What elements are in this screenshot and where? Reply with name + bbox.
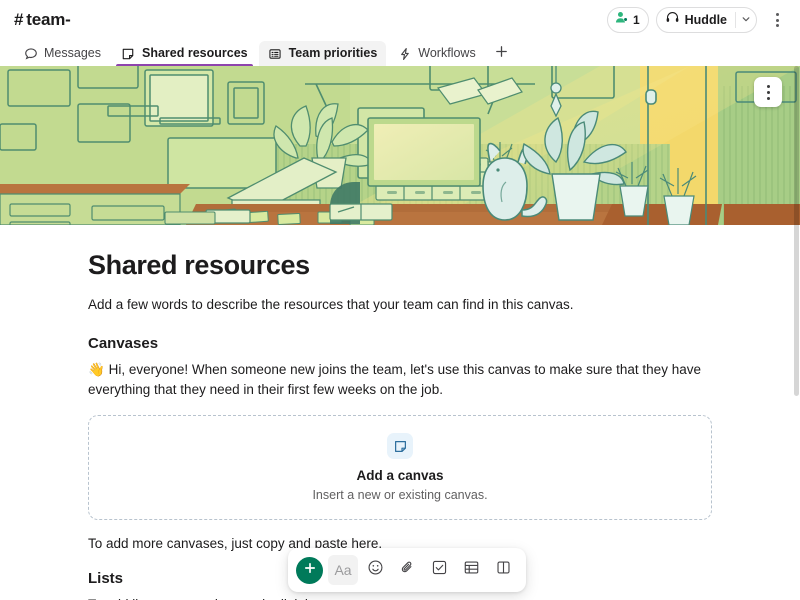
kebab-dot: [766, 84, 770, 88]
channel-header-top-row: # team- 1 Huddle: [0, 0, 800, 40]
emoji-button[interactable]: [360, 555, 390, 585]
add-canvas-title: Add a canvas: [356, 468, 444, 484]
tab-shared-resources[interactable]: Shared resources: [112, 41, 257, 66]
text-format-icon: Aa: [334, 562, 352, 578]
table-button[interactable]: [456, 555, 486, 585]
add-block-button[interactable]: [296, 556, 323, 584]
emoji-smiley-icon: [367, 559, 384, 581]
columns-icon: [495, 559, 512, 581]
canvas-document-icon: [387, 433, 413, 460]
scrollbar-thumb[interactable]: [794, 66, 799, 396]
add-tab-button[interactable]: [489, 41, 515, 66]
text-format-button[interactable]: Aa: [328, 555, 358, 585]
section-heading-canvases[interactable]: Canvases: [88, 334, 712, 354]
hash-icon: #: [14, 10, 24, 29]
canvas-document-body: Shared resources Add a few words to desc…: [0, 225, 800, 600]
kebab-dot: [766, 90, 770, 94]
canvas-format-toolbar: Aa: [288, 548, 526, 592]
page-title[interactable]: Shared resources: [88, 249, 712, 281]
vertical-scrollbar[interactable]: [793, 66, 800, 600]
paperclip-icon: [399, 559, 416, 581]
canvases-body-paragraph[interactable]: 👋 Hi, everyone! When someone new joins t…: [88, 360, 712, 402]
columns-button[interactable]: [488, 555, 518, 585]
table-icon: [463, 559, 480, 581]
checkbox-icon: [431, 559, 448, 581]
kebab-dot: [766, 96, 770, 100]
plus-icon: [494, 44, 509, 64]
canvas-intro-paragraph[interactable]: Add a few words to describe the resource…: [88, 295, 712, 316]
banner-more-button[interactable]: [754, 77, 782, 107]
tab-team-priorities[interactable]: Team priorities: [258, 41, 387, 66]
tab-messages-label: Messages: [44, 46, 101, 61]
kebab-dot: [775, 13, 779, 16]
canvases-body-text: Hi, everyone! When someone new joins the…: [88, 361, 701, 398]
list-card-icon: [268, 46, 283, 61]
add-canvas-subtitle: Insert a new or existing canvas.: [312, 487, 488, 502]
channel-tab-bar: Messages Shared resources Team prioritie…: [0, 39, 800, 66]
message-bubble-icon: [23, 46, 38, 61]
header-actions: 1 Huddle: [606, 7, 792, 33]
channel-title[interactable]: # team-: [14, 10, 71, 30]
canvas-banner-image: [0, 66, 800, 225]
tab-team-priorities-label: Team priorities: [288, 46, 378, 61]
wave-emoji: 👋: [88, 361, 105, 377]
tab-workflows[interactable]: Workflows: [388, 41, 484, 66]
huddle-button-group: Huddle: [655, 7, 757, 33]
channel-header: # team- 1 Huddle Messages Shared resourc…: [0, 0, 800, 66]
canvas-document: Shared resources Add a few words to desc…: [0, 225, 800, 600]
kebab-dot: [775, 24, 779, 27]
huddle-options-button[interactable]: [736, 8, 756, 32]
chevron-down-icon: [741, 11, 751, 29]
plus-icon: [303, 561, 317, 580]
lists-body-paragraph[interactable]: To add lists, copy and paste the link he…: [88, 595, 712, 600]
add-canvas-dropzone[interactable]: Add a canvas Insert a new or existing ca…: [88, 415, 712, 521]
canvas-icon: [121, 46, 136, 61]
slack-canvas-window: # team- 1 Huddle Messages Shared resourc…: [0, 0, 800, 600]
huddle-label: Huddle: [684, 12, 727, 27]
channel-more-button[interactable]: [764, 7, 790, 33]
tab-shared-resources-label: Shared resources: [141, 46, 248, 61]
headphones-icon: [665, 10, 680, 30]
members-button[interactable]: 1: [606, 7, 649, 33]
tab-workflows-label: Workflows: [418, 46, 476, 61]
kebab-dot: [775, 18, 779, 22]
checklist-button[interactable]: [424, 555, 454, 585]
lightning-bolt-icon: [397, 46, 412, 61]
huddle-button[interactable]: Huddle: [657, 8, 735, 32]
tab-messages[interactable]: Messages: [14, 41, 110, 66]
members-count-label: 1: [632, 13, 640, 27]
members-icon: [614, 10, 629, 30]
channel-name-label: team-: [26, 10, 71, 29]
attachment-button[interactable]: [392, 555, 422, 585]
